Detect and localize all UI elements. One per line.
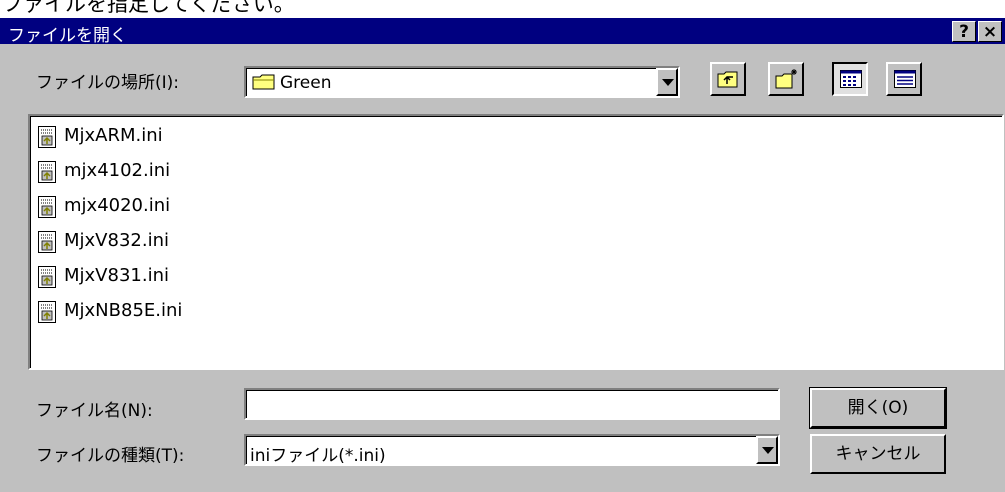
- open-file-dialog: ファイルを開く ? × ファイルの場所(I): Green MjxARM.ini…: [0, 18, 1005, 492]
- ini-file-icon: [38, 196, 56, 222]
- filetype-combo[interactable]: iniファイル(*.ini): [244, 434, 780, 466]
- details-view-icon: [894, 70, 916, 92]
- filetype-label: ファイルの種類(T):: [36, 446, 185, 466]
- titlebar: ファイルを開く ? ×: [0, 18, 1005, 46]
- filename-input[interactable]: [244, 388, 780, 420]
- file-name: mjx4020.ini: [64, 195, 171, 216]
- ini-file-icon: [38, 126, 56, 152]
- file-name: MjxNB85E.ini: [64, 300, 183, 321]
- folder-icon: [252, 73, 276, 95]
- list-view-icon: [840, 70, 862, 92]
- ini-file-icon: [38, 161, 56, 187]
- dialog-title: ファイルを開く: [8, 26, 127, 46]
- lookin-value: Green: [280, 73, 332, 93]
- filetype-dropdown-button[interactable]: [756, 436, 778, 464]
- help-button[interactable]: ?: [952, 21, 976, 42]
- open-button[interactable]: 開く(O): [809, 387, 947, 429]
- ini-file-icon: [38, 266, 56, 292]
- ini-file-icon: [38, 301, 56, 327]
- up-folder-button[interactable]: [710, 62, 746, 96]
- file-list[interactable]: MjxARM.ini mjx4102.ini mjx4020.ini MjxV832.…: [28, 114, 1004, 370]
- up-folder-icon: [717, 69, 739, 93]
- lookin-combo[interactable]: Green: [244, 66, 680, 98]
- details-view-button[interactable]: [886, 62, 922, 96]
- lookin-dropdown-button[interactable]: [656, 68, 678, 96]
- new-folder-icon: [775, 68, 799, 94]
- filename-label: ファイル名(N):: [36, 401, 153, 421]
- cancel-button[interactable]: キャンセル: [810, 434, 946, 474]
- file-name: MjxV832.ini: [64, 230, 169, 251]
- caption-text: ファイルを指定してください。: [2, 0, 295, 16]
- new-folder-button[interactable]: [768, 62, 804, 96]
- file-name: MjxARM.ini: [64, 125, 163, 146]
- list-view-button[interactable]: [832, 62, 868, 96]
- filetype-value: iniファイル(*.ini): [250, 446, 386, 466]
- file-name: mjx4102.ini: [64, 160, 171, 181]
- caption-fragment: ファイルを指定してください。: [0, 0, 1005, 18]
- ini-file-icon: [38, 231, 56, 257]
- close-button[interactable]: ×: [978, 21, 1002, 42]
- lookin-label: ファイルの場所(I):: [36, 73, 180, 93]
- file-name: MjxV831.ini: [64, 265, 169, 286]
